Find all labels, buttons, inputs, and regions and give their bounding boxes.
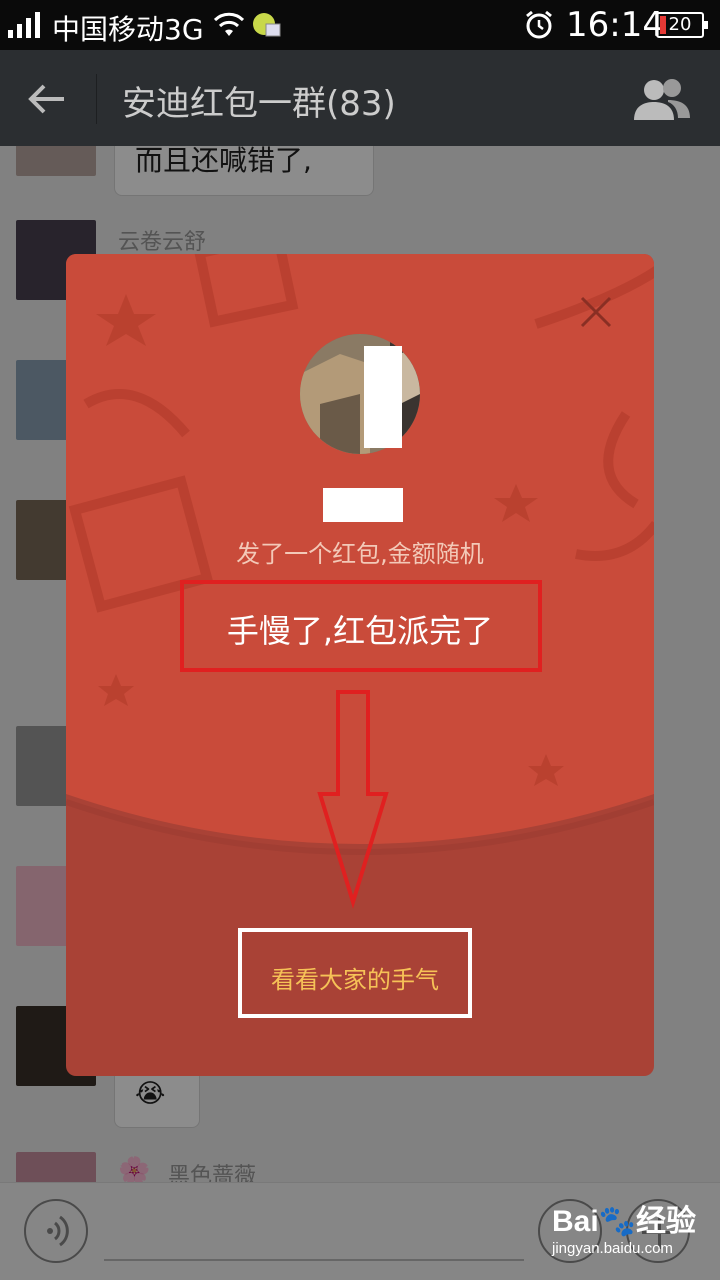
red-packet-subtitle: 发了一个红包,金额随机 bbox=[236, 540, 484, 568]
red-packet-status: 手慢了,红包派完了 bbox=[226, 612, 494, 650]
down-arrow-annotation bbox=[317, 690, 389, 909]
redaction-mark bbox=[364, 346, 402, 448]
watermark-url: jingyan.baidu.com bbox=[552, 1240, 673, 1257]
wifi-icon bbox=[214, 12, 244, 36]
clock: 16:14 bbox=[566, 5, 664, 45]
close-icon[interactable] bbox=[578, 294, 614, 330]
red-packet-modal: 发了一个红包,金额随机 手慢了,红包派完了 看看大家的手气 bbox=[66, 254, 654, 1076]
battery-icon: 20 bbox=[656, 12, 708, 38]
view-luck-link[interactable]: 看看大家的手气 bbox=[238, 960, 472, 995]
page-title: 安迪红包一群(83) bbox=[122, 84, 396, 124]
signal-icon bbox=[8, 12, 40, 38]
baidu-watermark: Bai🐾经验 jingyan.baidu.com bbox=[552, 1196, 712, 1268]
sender-name-redacted bbox=[323, 488, 403, 522]
carrier-label: 中国移动3G bbox=[52, 13, 204, 46]
watermark-brand: Bai🐾经验 bbox=[552, 1205, 697, 1238]
alarm-icon bbox=[526, 10, 552, 39]
sender-avatar bbox=[300, 334, 420, 454]
wechat-notification-icon bbox=[253, 13, 281, 37]
title-divider bbox=[96, 74, 97, 124]
avatar-photo bbox=[300, 334, 420, 454]
group-members-icon[interactable] bbox=[632, 76, 692, 122]
status-bar: 中国移动3G 16:14 20 bbox=[0, 0, 720, 50]
back-arrow-icon[interactable] bbox=[24, 76, 70, 122]
title-bar: 安迪红包一群(83) bbox=[0, 50, 720, 146]
